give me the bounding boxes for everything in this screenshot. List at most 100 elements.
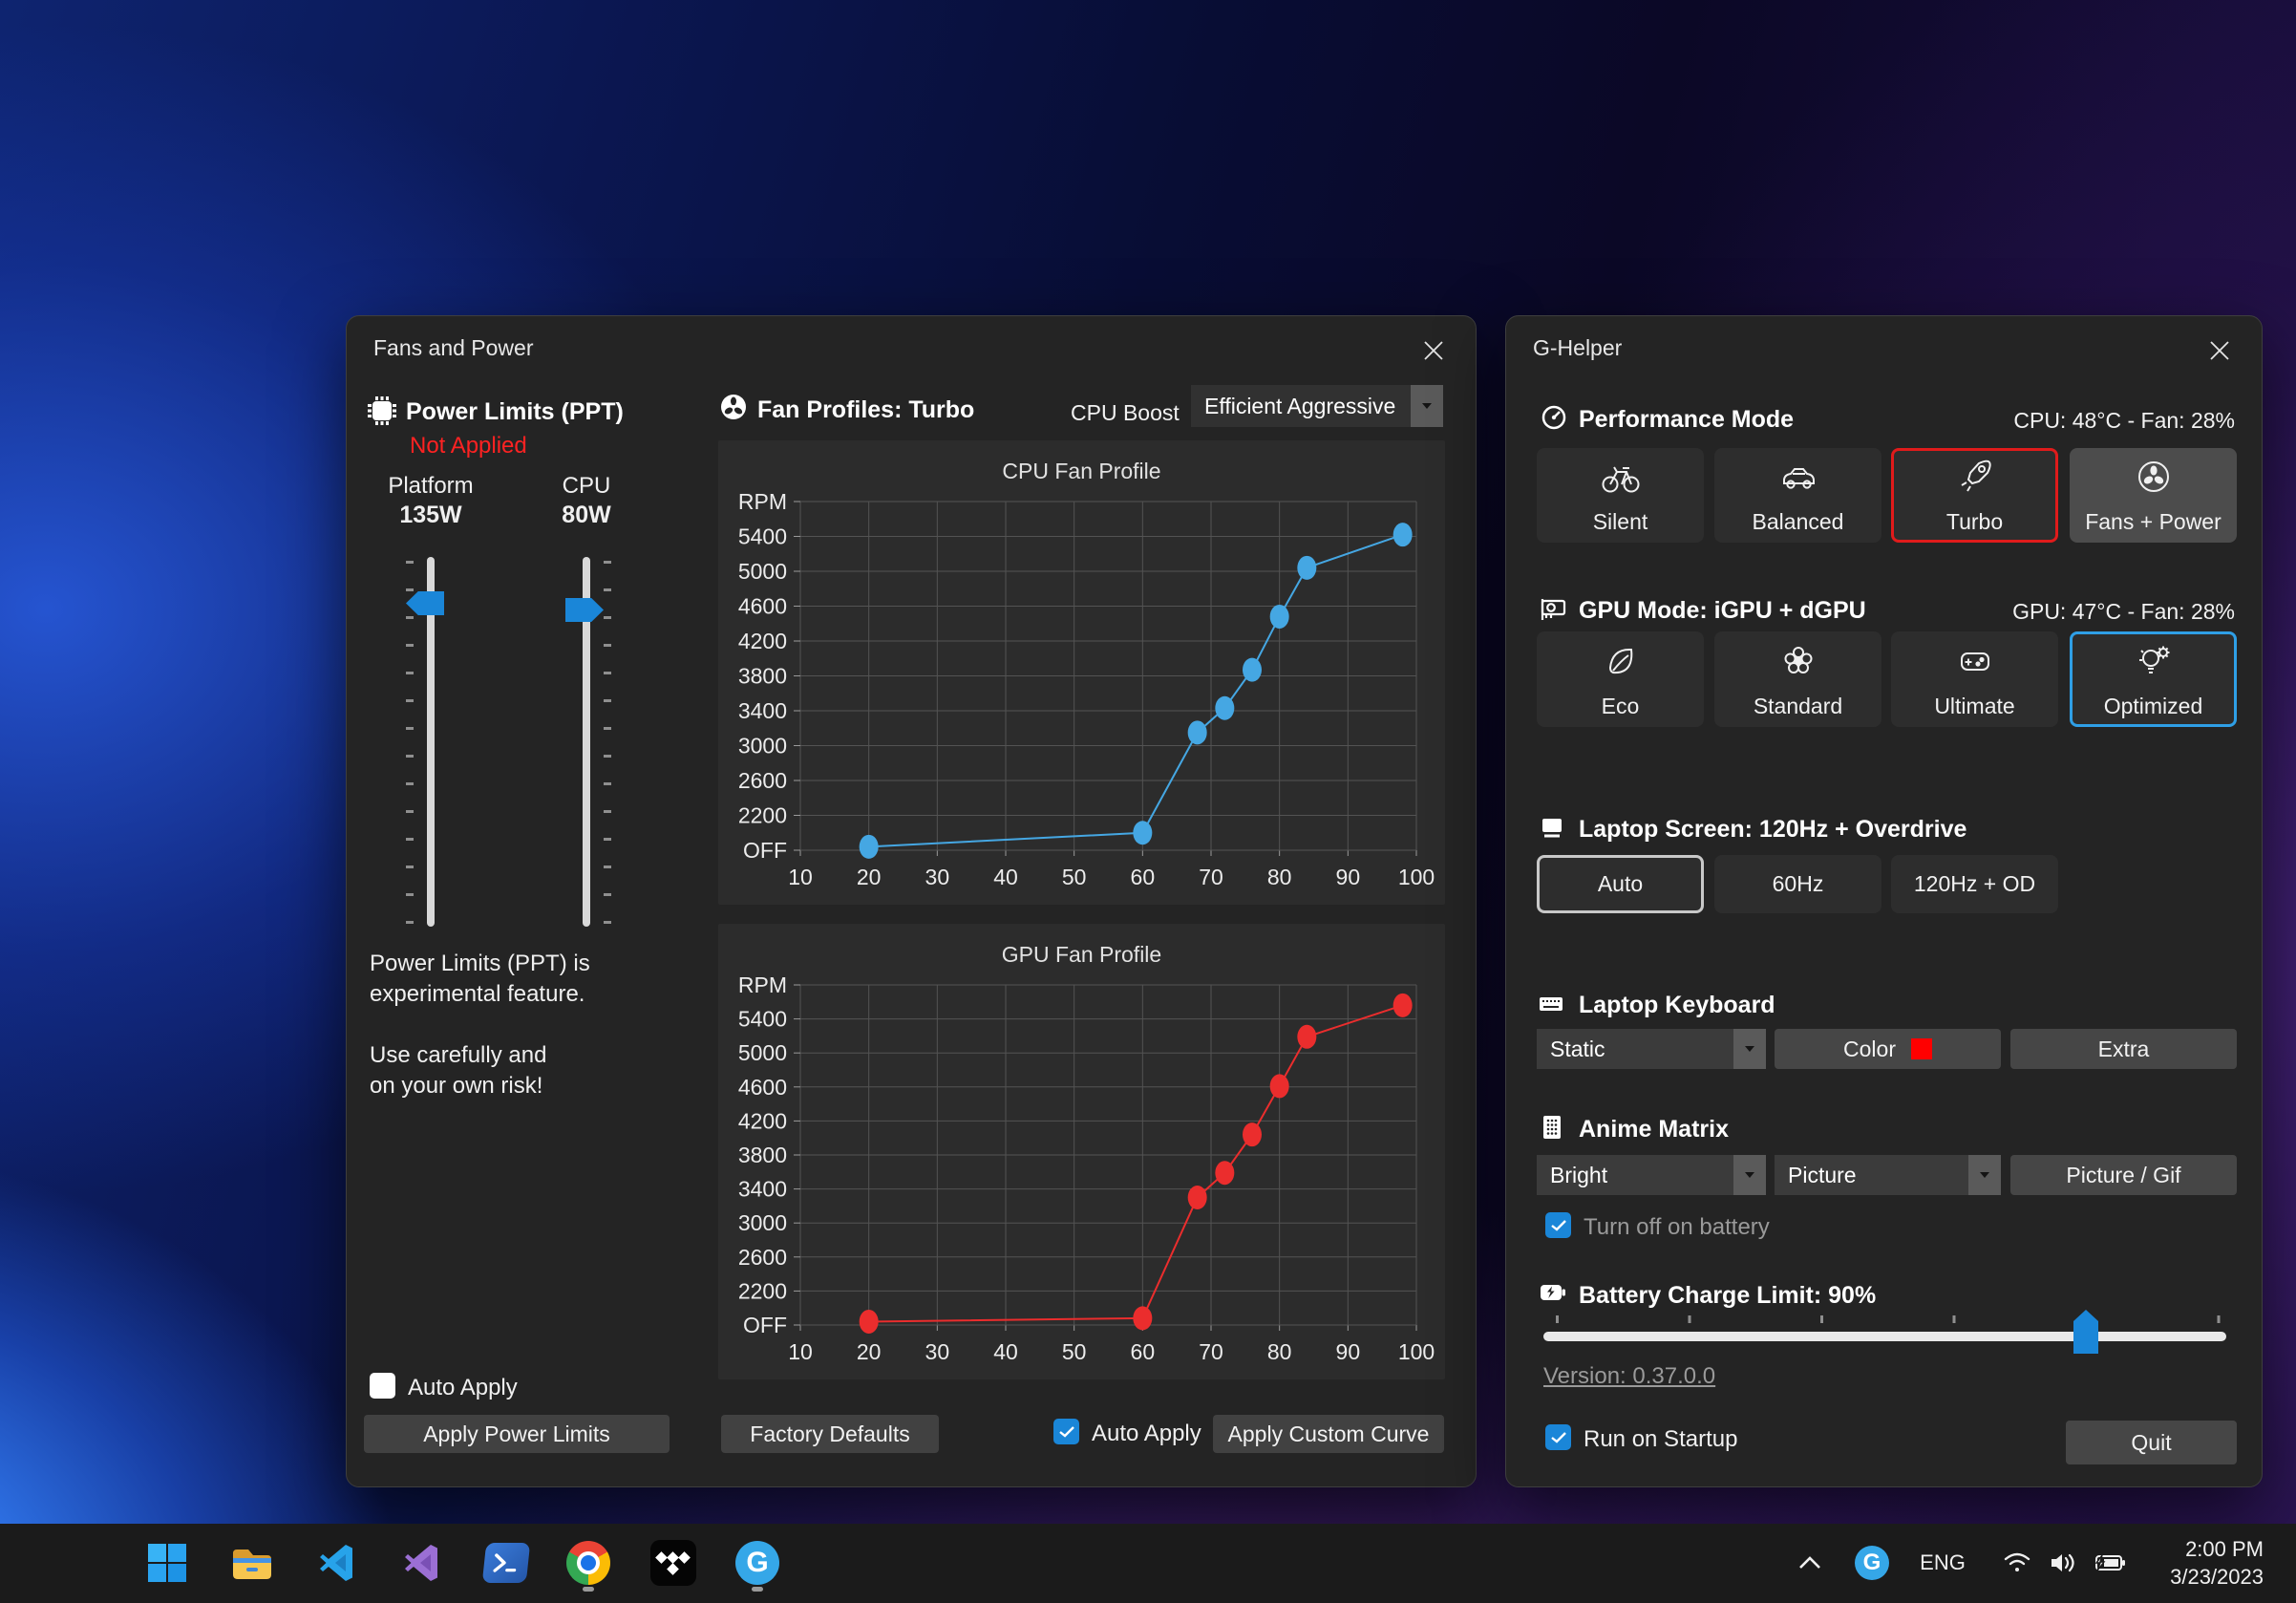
gpu-mode-ultimate-button[interactable]: Ultimate [1891,631,2058,727]
screen-mode-label: Auto [1598,871,1643,897]
svg-text:40: 40 [993,865,1018,889]
svg-text:50: 50 [1062,865,1087,889]
svg-text:RPM: RPM [738,972,787,997]
curve-auto-apply-checkbox[interactable] [1053,1419,1079,1444]
keyboard-mode-value: Static [1537,1029,1733,1069]
cpu-fan-profile-chart[interactable]: CPU Fan Profile102030405060708090100RPM5… [718,440,1445,905]
cpu-slider-thumb[interactable] [565,598,604,622]
svg-text:10: 10 [788,865,813,889]
battery-charge-icon [1539,1280,1567,1305]
anime-picture-gif-button[interactable]: Picture / Gif [2010,1155,2237,1195]
ghelper-window-title: G-Helper [1533,335,1622,361]
fan-profiles-heading: Fan Profiles: Turbo [757,396,974,424]
gpu-mode-eco-button[interactable]: Eco [1537,631,1704,727]
chrome-icon[interactable] [558,1532,619,1593]
svg-text:50: 50 [1062,1339,1087,1364]
chip-icon [366,395,398,427]
svg-text:20: 20 [857,865,882,889]
fans-and-power-window: Fans and Power Power Limits (PPT) Not Ap… [346,315,1477,1487]
anime-battery-checkbox[interactable] [1545,1212,1571,1238]
tray-chevron-up-icon[interactable] [1779,1532,1840,1593]
screen-auto-button[interactable]: Auto [1537,855,1704,913]
battery-tray-icon[interactable] [2080,1532,2141,1593]
file-explorer-icon[interactable] [222,1532,283,1593]
svg-text:GPU Fan Profile: GPU Fan Profile [1002,942,1161,967]
language-indicator[interactable]: ENG [1912,1532,1973,1593]
svg-text:60: 60 [1131,865,1156,889]
close-icon[interactable] [1413,331,1455,370]
anime-mode-dropdown[interactable]: Picture [1775,1155,2001,1195]
svg-text:60: 60 [1131,1339,1156,1364]
chevron-down-icon[interactable] [1733,1155,1766,1195]
battery-slider-ticks [1556,1315,2224,1323]
quit-button[interactable]: Quit [2066,1421,2237,1464]
svg-text:30: 30 [925,865,950,889]
svg-text:90: 90 [1336,1339,1361,1364]
factory-defaults-button[interactable]: Factory Defaults [721,1415,939,1453]
clock[interactable]: 2:00 PM 3/23/2023 [2170,1535,2264,1591]
platform-slider-ticks [406,561,414,924]
visual-studio-icon[interactable] [392,1532,453,1593]
power-auto-apply-checkbox[interactable] [370,1373,395,1399]
vscode-icon[interactable] [307,1532,368,1593]
tidal-icon[interactable] [643,1532,704,1593]
svg-text:4200: 4200 [738,1108,787,1133]
chevron-down-icon[interactable] [1733,1029,1766,1069]
keyboard-mode-dropdown[interactable]: Static [1537,1029,1766,1069]
ghelper-taskbar-icon[interactable]: G [727,1532,788,1593]
battery-charge-limit-heading: Battery Charge Limit: 90% [1579,1282,1876,1310]
svg-text:80: 80 [1267,865,1292,889]
chevron-down-icon[interactable] [1411,385,1443,427]
gpu-mode-optimized-button[interactable]: Optimized [2070,631,2237,727]
cpu-boost-dropdown[interactable]: Efficient Aggressive [1191,385,1443,427]
keyboard-color-button[interactable]: Color [1775,1029,2001,1069]
perf-mode-silent-button[interactable]: Silent [1537,448,1704,543]
anime-brightness-dropdown[interactable]: Bright [1537,1155,1766,1195]
battery-charge-slider[interactable] [1543,1332,2226,1341]
svg-text:5400: 5400 [738,1007,787,1032]
svg-text:40: 40 [993,1339,1018,1364]
experimental-note-line4: on your own risk! [370,1073,542,1100]
experimental-note-line1: Power Limits (PPT) is [370,951,590,977]
perf-mode-turbo-button[interactable]: Turbo [1891,448,2058,543]
gpu-card-icon [1539,595,1567,622]
svg-text:30: 30 [925,1339,950,1364]
svg-text:3800: 3800 [738,664,787,689]
terminal-icon[interactable] [476,1532,537,1593]
gpu-mode-label: Standard [1754,694,1842,719]
gpu-mode-standard-button[interactable]: Standard [1714,631,1881,727]
gpu-fan-profile-chart[interactable]: GPU Fan Profile102030405060708090100RPM5… [718,924,1445,1379]
cpu-boost-value: Efficient Aggressive [1191,385,1411,427]
anime-brightness-value: Bright [1537,1155,1733,1195]
fans-window-title: Fans and Power [373,335,533,361]
flower-icon [1777,640,1819,682]
version-link[interactable]: Version: 0.37.0.0 [1543,1363,1715,1390]
perf-mode-balanced-button[interactable]: Balanced [1714,448,1881,543]
ghelper-tray-icon[interactable]: G [1841,1532,1903,1593]
screen-120hz-od-button[interactable]: 120Hz + OD [1891,855,2058,913]
screen-mode-label: 60Hz [1773,871,1824,897]
keyboard-extra-button[interactable]: Extra [2010,1029,2237,1069]
running-indicator [752,1587,763,1592]
gpu-mode-label: Ultimate [1934,694,2014,719]
run-on-startup-checkbox[interactable] [1545,1424,1571,1450]
chevron-down-icon[interactable] [1968,1155,2001,1195]
gpu-mode-label: Eco [1602,694,1640,719]
perf-mode-fans-power-button[interactable]: Fans + Power [2070,448,2237,543]
cpu-boost-label: CPU Boost [1071,400,1180,426]
fan-circle-icon [2133,456,2175,498]
anime-battery-checkbox-label: Turn off on battery [1584,1214,1770,1241]
close-icon[interactable] [2199,331,2241,370]
svg-text:80: 80 [1267,1339,1292,1364]
apply-custom-curve-button[interactable]: Apply Custom Curve [1213,1415,1444,1453]
anime-mode-value: Picture [1775,1155,1968,1195]
screen-60hz-button[interactable]: 60Hz [1714,855,1881,913]
gamepad-icon [1954,640,1996,682]
keyboard-icon [1537,990,1565,1016]
apply-power-limits-button[interactable]: Apply Power Limits [364,1415,670,1453]
experimental-note-line2: experimental feature. [370,981,585,1008]
perf-mode-label: Fans + Power [2085,509,2222,535]
svg-text:70: 70 [1199,1339,1223,1364]
experimental-note-line3: Use carefully and [370,1042,546,1069]
start-button[interactable] [137,1532,198,1593]
